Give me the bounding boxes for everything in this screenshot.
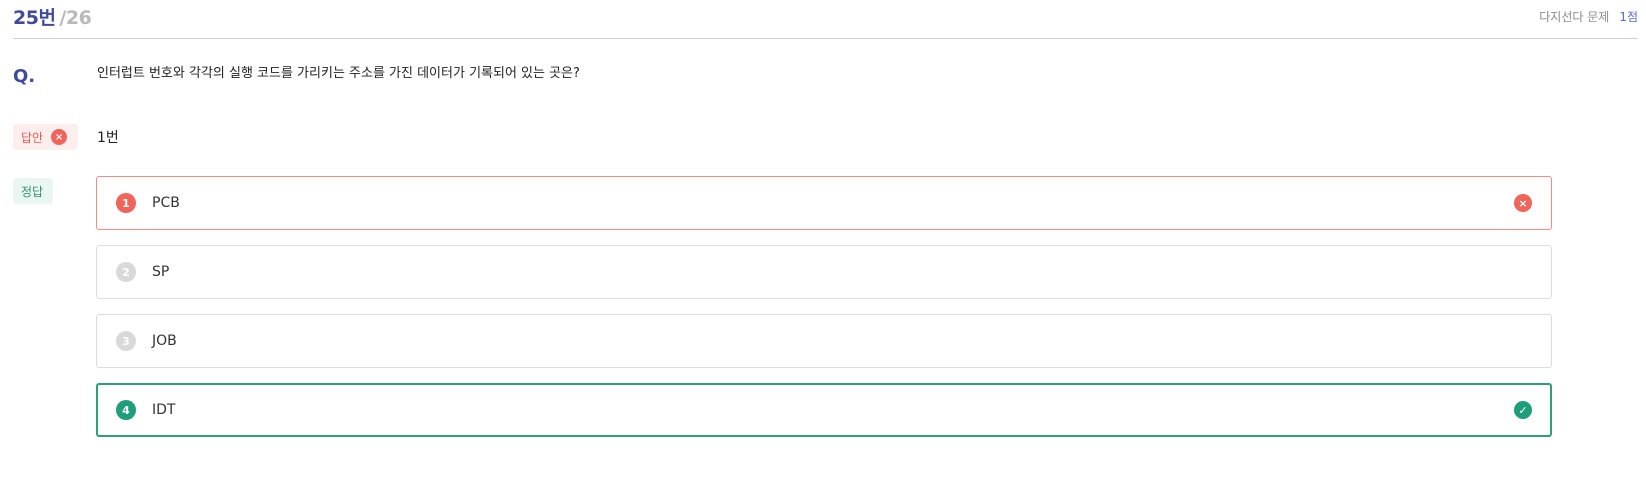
choice-option-1[interactable]: 1 PCB × <box>96 176 1552 230</box>
choice-option-2[interactable]: 2 SP <box>96 245 1552 299</box>
total-question-count: /26 <box>59 7 92 29</box>
choice-option-3[interactable]: 3 JOB <box>96 314 1552 368</box>
answer-value: 1번 <box>97 130 119 146</box>
question-label: Q. <box>13 66 36 87</box>
choice-number-badge: 1 <box>116 193 136 213</box>
current-question-number: 25번 <box>13 7 56 29</box>
question-number: 25번/26 <box>13 3 92 30</box>
choice-text: SP <box>152 264 170 280</box>
question-points: 1점 <box>1619 10 1638 24</box>
correct-tag-label: 정답 <box>21 184 44 199</box>
choice-text: PCB <box>152 195 180 211</box>
correct-tag: 정답 <box>13 178 53 204</box>
question-text: 인터럽트 번호와 각각의 실행 코드를 가리키는 주소를 가진 데이터가 기록되… <box>97 66 580 81</box>
choice-option-4[interactable]: 4 IDT ✓ <box>96 383 1552 437</box>
choice-list: 1 PCB × 2 SP 3 JOB 4 IDT ✓ <box>96 176 1552 452</box>
choice-number-badge: 4 <box>116 400 136 420</box>
choice-text: IDT <box>152 402 176 418</box>
answer-tag-label: 답안 <box>21 130 44 145</box>
choice-number-badge: 2 <box>116 262 136 282</box>
choice-number-badge: 3 <box>116 331 136 351</box>
answer-tag: 답안 × <box>13 124 78 150</box>
close-circle-icon: × <box>1514 194 1532 212</box>
question-meta: 다지선다 문제 1점 <box>1539 8 1638 25</box>
close-circle-icon: × <box>51 129 68 145</box>
question-type: 다지선다 문제 <box>1539 10 1610 24</box>
choice-text: JOB <box>152 333 177 349</box>
check-circle-icon: ✓ <box>1514 401 1532 419</box>
question-header: 25번/26 다지선다 문제 1점 <box>13 0 1638 39</box>
